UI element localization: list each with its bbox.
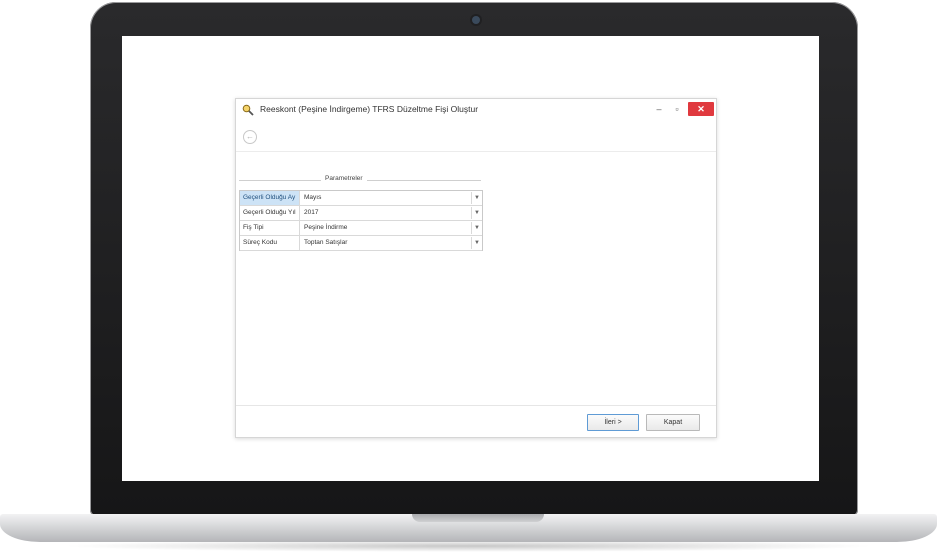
dialog-window: Reeskont (Peşine İndirgeme) TFRS Düzeltm… bbox=[235, 98, 717, 438]
window-title: Reeskont (Peşine İndirgeme) TFRS Düzeltm… bbox=[260, 104, 479, 114]
close-window-button[interactable]: ✕ bbox=[688, 102, 714, 116]
param-value-process-code[interactable]: Toptan Satışlar bbox=[301, 236, 471, 250]
param-row-process-code[interactable]: Süreç Kodu Toptan Satışlar ▼ bbox=[240, 236, 482, 251]
param-label: Süreç Kodu bbox=[240, 236, 300, 250]
minimize-button[interactable]: – bbox=[652, 102, 666, 116]
chevron-down-icon[interactable]: ▼ bbox=[471, 222, 482, 234]
param-value-year[interactable]: 2017 bbox=[301, 206, 471, 220]
laptop-base-notch bbox=[412, 514, 544, 522]
param-label: Fiş Tipi bbox=[240, 221, 300, 235]
chevron-down-icon[interactable]: ▼ bbox=[471, 237, 482, 249]
param-value-voucher-type[interactable]: Peşine İndirme bbox=[301, 221, 471, 235]
param-row-year[interactable]: Geçerli Olduğu Yıl 2017 ▼ bbox=[240, 206, 482, 221]
magnifier-icon bbox=[242, 104, 254, 116]
param-row-voucher-type[interactable]: Fiş Tipi Peşine İndirme ▼ bbox=[240, 221, 482, 236]
param-row-month[interactable]: Geçerli Olduğu Ay Mayıs ▼ bbox=[240, 191, 482, 206]
back-arrow-icon[interactable]: ← bbox=[243, 130, 257, 144]
close-button[interactable]: Kapat bbox=[646, 414, 700, 431]
parameters-grid: Geçerli Olduğu Ay Mayıs ▼ Geçerli Olduğu… bbox=[239, 190, 483, 251]
footer-divider bbox=[236, 405, 716, 406]
param-value-month[interactable]: Mayıs bbox=[301, 191, 471, 205]
chevron-down-icon[interactable]: ▼ bbox=[471, 207, 482, 219]
toolbar: ← bbox=[236, 123, 716, 152]
param-label: Geçerli Olduğu Ay bbox=[240, 191, 300, 205]
maximize-button[interactable]: ▫ bbox=[670, 102, 684, 116]
param-label: Geçerli Olduğu Yıl bbox=[240, 206, 300, 220]
next-button[interactable]: İleri > bbox=[587, 414, 639, 431]
parameters-legend: Parametreler bbox=[321, 175, 367, 182]
chevron-down-icon[interactable]: ▼ bbox=[471, 192, 482, 204]
title-bar: Reeskont (Peşine İndirgeme) TFRS Düzeltm… bbox=[236, 99, 716, 123]
webcam bbox=[472, 16, 480, 24]
parameters-group: Parametreler Geçerli Olduğu Ay Mayıs ▼ G… bbox=[239, 175, 483, 255]
